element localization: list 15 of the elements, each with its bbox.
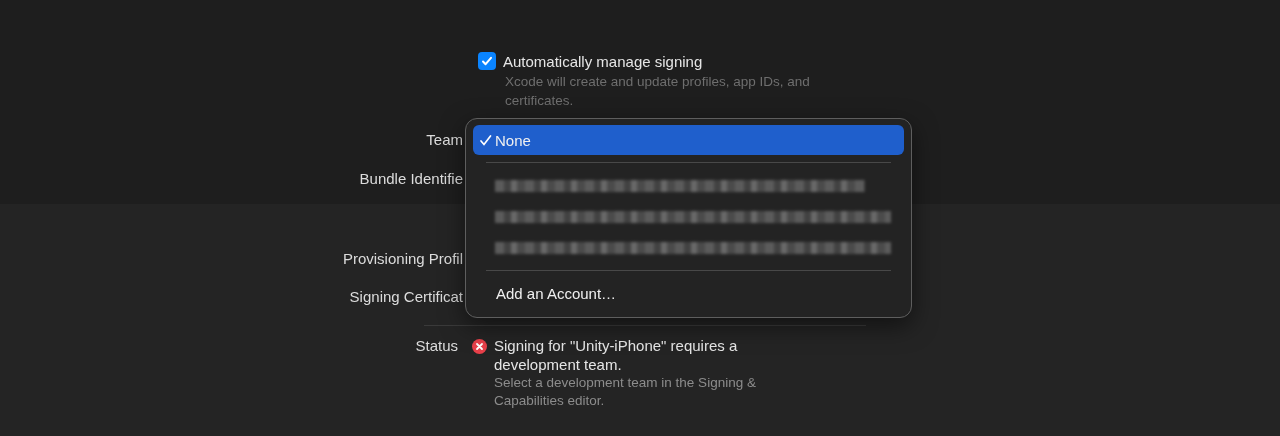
field-label: Bundle Identifie (358, 170, 463, 187)
status-label: Status (414, 336, 459, 356)
error-icon (472, 339, 487, 354)
checkbox-label: Automatically manage signing (503, 52, 703, 70)
field-label: Signing Certificat (348, 287, 463, 305)
checkmark-icon (481, 55, 493, 67)
menu-item[interactable]: Add an Account… (473, 278, 904, 308)
checkbox-description: Xcode will create and update profiles, app IDs, and certificates. (504, 73, 811, 110)
menu-item[interactable]: None (473, 125, 904, 155)
field-label: Team (425, 131, 463, 148)
status-detail: Select a development team in the Signing & Capabilities editor. (494, 374, 757, 410)
checkbox[interactable] (478, 52, 496, 70)
status-message: Signing for "Unity-iPhone" requires a development team. (494, 336, 739, 374)
checkmark-icon (479, 133, 492, 147)
field-label: Provisioning Profil (341, 249, 463, 267)
